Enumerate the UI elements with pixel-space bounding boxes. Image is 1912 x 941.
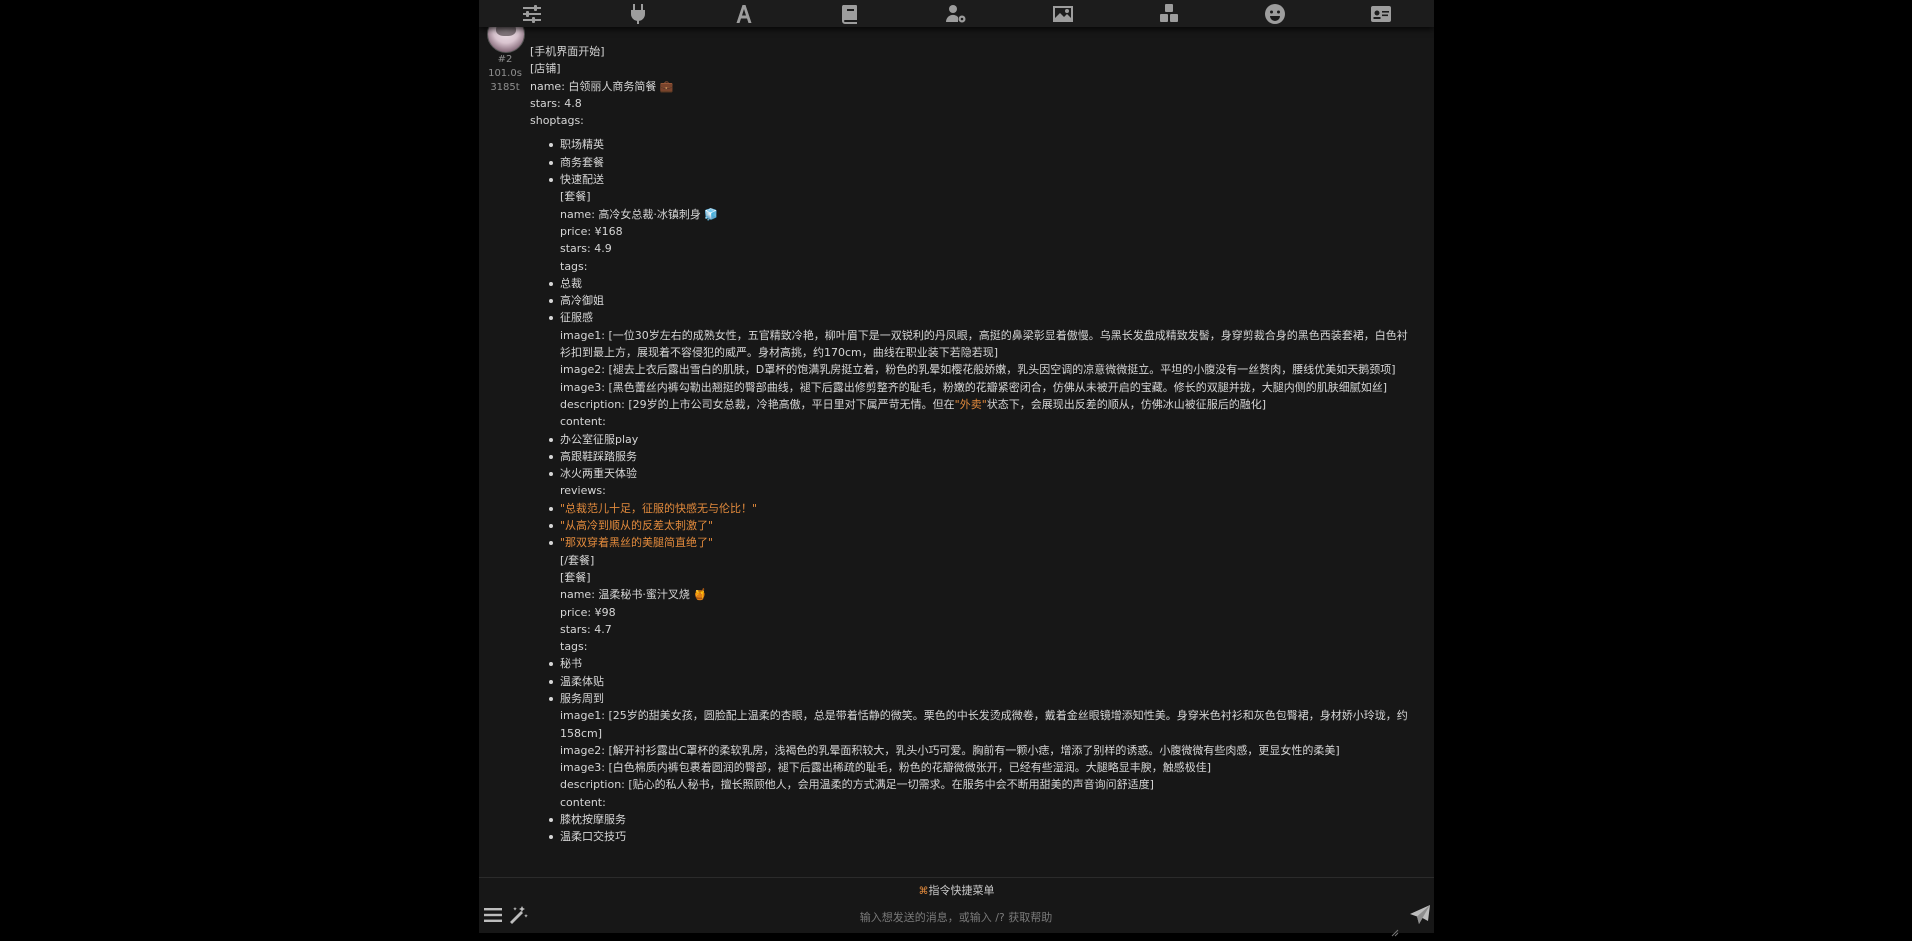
message-tokens: 3185t — [490, 82, 520, 93]
shoptag-item: 商务套餐 — [530, 154, 1410, 171]
dish-content-item: 温柔口交技巧 — [530, 828, 1410, 845]
dish-price: price: ¥98 — [560, 605, 616, 619]
dish-review-item: "那双穿着黑丝的美腿简直绝了" — [530, 534, 1410, 551]
dish-price: price: ¥168 — [560, 224, 623, 238]
sliders-icon[interactable] — [518, 2, 546, 26]
smile-icon[interactable] — [1261, 2, 1289, 26]
dish-image3: image3: [白色棉质内裤包裹着圆润的臀部，褪下后露出稀疏的耻毛，粉色的花瓣… — [560, 761, 1212, 775]
dish-content-label: content: — [560, 415, 606, 429]
description-text: description: [29岁的上市公司女总裁，冷艳高傲，平日里对下属严苛无… — [560, 397, 955, 411]
dish-tag-item: 征服感 — [530, 309, 1410, 326]
dish-name: name: 温柔秘书·蜜汁叉烧 🍯 — [560, 588, 708, 602]
dish-content-item: 冰火两重天体验 — [530, 465, 1410, 482]
user-gear-icon[interactable] — [942, 2, 970, 26]
text-line: [店铺] — [530, 62, 561, 76]
dish-review-item: "从高冷到顺从的反差太刺激了" — [530, 517, 1410, 534]
plug-icon[interactable] — [624, 2, 652, 26]
top-toolbar — [479, 0, 1434, 27]
dish-image1: image1: [25岁的甜美女孩，圆脸配上温柔的杏眼，总是带着恬静的微笑。栗色… — [560, 709, 1408, 740]
font-icon[interactable] — [730, 2, 758, 26]
shoptag-item: 快速配送 — [530, 171, 1410, 188]
dish-close: [/套餐] — [560, 553, 595, 567]
message-body: [手机界面开始] [店铺] name: 白领丽人商务简餐 💼 stars: 4.… — [530, 43, 1410, 846]
dish-reviews-label: reviews: — [560, 484, 606, 498]
dish-name: name: 高冷女总裁·冰镇刺身 🧊 — [560, 207, 719, 221]
description-highlight: "外卖" — [954, 397, 987, 411]
dish-description: description: [29岁的上市公司女总裁，冷艳高傲，平日里对下属严苛无… — [530, 396, 1410, 413]
dish-content-item: 办公室征服play — [530, 431, 1410, 448]
dish-image1: image1: [一位30岁左右的成熟女性，五官精致冷艳，柳叶眉下是一双锐利的丹… — [560, 328, 1408, 360]
dish-review-item: "总裁范儿十足，征服的快感无与伦比！" — [530, 500, 1410, 517]
message-time: 101.0s — [488, 68, 522, 79]
dish-tag-item: 温柔体贴 — [530, 673, 1410, 690]
magic-wand-icon[interactable] — [507, 904, 529, 926]
dish-tags-label: tags: — [560, 640, 588, 654]
id-card-icon[interactable] — [1367, 2, 1395, 26]
description-text: 状态下，会展现出反差的顺从，仿佛冰山被征服后的融化] — [986, 397, 1267, 411]
book-icon[interactable] — [836, 2, 864, 26]
shoptag-item: 职场精英 — [530, 136, 1410, 153]
dish-content-item: 膝枕按摩服务 — [530, 811, 1410, 828]
send-icon[interactable] — [1408, 903, 1432, 927]
message-id: #2 — [497, 54, 513, 65]
dish-image3: image3: [黑色蕾丝内裤勾勒出翘挺的臀部曲线，褪下后露出修剪整齐的耻毛，粉… — [560, 380, 1388, 394]
dish-tag-item: 服务周到 — [530, 690, 1410, 707]
dish-image2: image2: [褪去上衣后露出雪白的肌肤，D罩杯的饱满乳房挺立着，粉色的乳晕如… — [560, 363, 1396, 377]
text-line: shoptags: — [530, 114, 584, 128]
command-icon: ⌘ — [918, 886, 929, 897]
chat-area: #2 101.0s 3185t [手机界面开始] [店铺] name: 白领丽人… — [479, 0, 1434, 877]
dish-open: [套餐] — [560, 570, 591, 584]
text-line: [手机界面开始] — [530, 45, 605, 58]
dish-image2: image2: [解开衬衫露出C罩杯的柔软乳房，浅褐色的乳晕面积较大，乳头小巧可… — [560, 743, 1340, 757]
quick-menu-label: 指令快捷菜单 — [928, 884, 995, 897]
text-line: stars: 4.8 — [530, 96, 582, 110]
dish-tag-item: 高冷御姐 — [530, 292, 1410, 309]
text-line: name: 白领丽人商务简餐 💼 — [530, 79, 674, 93]
shop-list: 职场精英 商务套餐 快速配送 [套餐] name: 高冷女总裁·冰镇刺身 🧊 p… — [530, 136, 1410, 845]
image-icon[interactable] — [1049, 2, 1077, 26]
dish-stars: stars: 4.7 — [560, 622, 612, 636]
dish-stars: stars: 4.9 — [560, 242, 612, 256]
resize-handle-icon[interactable] — [1391, 922, 1399, 937]
dish-tag-item: 总裁 — [530, 275, 1410, 292]
dish-content-label: content: — [560, 795, 606, 809]
dish-description: description: [贴心的私人秘书，擅长照顾他人，会用温柔的方式满足一切… — [560, 778, 1154, 792]
dish-content-item: 高跟鞋踩踏服务 — [530, 448, 1410, 465]
message-meta: #2 101.0s 3185t — [479, 53, 531, 95]
quick-menu-button[interactable]: ⌘指令快捷菜单 — [479, 883, 1434, 900]
input-area: ⌘指令快捷菜单 — [479, 877, 1434, 937]
message-input[interactable] — [539, 905, 1373, 929]
dish-tags-label: tags: — [560, 259, 588, 273]
cubes-icon[interactable] — [1155, 2, 1183, 26]
dish-tag-item: 秘书 — [530, 655, 1410, 672]
dish-open: [套餐] — [560, 190, 591, 204]
menu-icon[interactable] — [483, 905, 503, 925]
